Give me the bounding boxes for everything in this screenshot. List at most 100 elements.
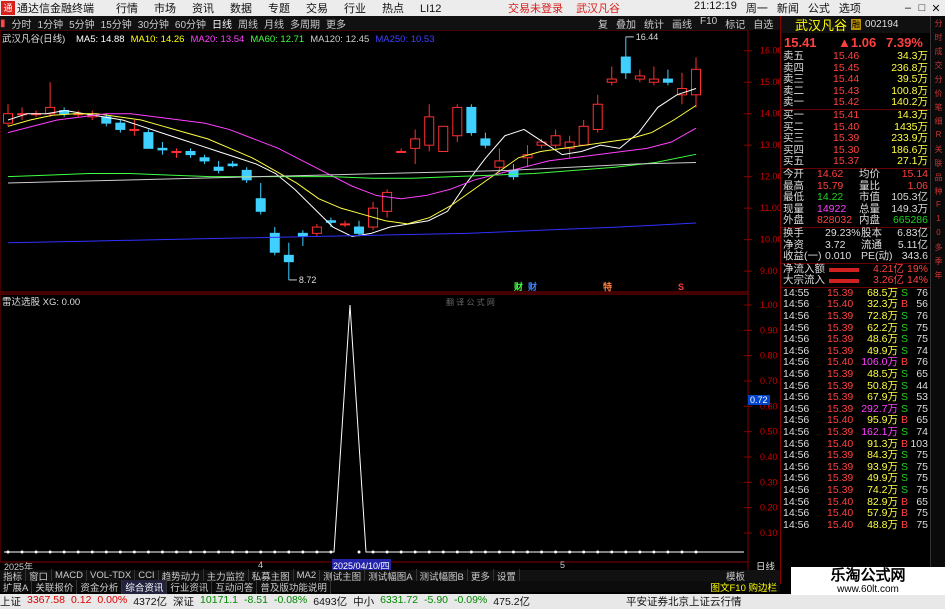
candle-body[interactable] (494, 160, 505, 168)
candle-body[interactable] (396, 150, 407, 153)
candle-body[interactable] (255, 198, 266, 212)
period-tab-5[interactable]: 60分钟 (175, 16, 206, 31)
candle-body[interactable] (3, 113, 13, 124)
bid-row[interactable]: 买五 15.37 27.1万 (781, 156, 930, 168)
candle-body[interactable] (143, 132, 154, 149)
info-tab-6[interactable]: 普及版功能说明 (257, 579, 331, 594)
maximize-icon[interactable]: □ (915, 2, 929, 15)
candle-body[interactable] (283, 254, 294, 263)
candle-body[interactable] (213, 166, 224, 171)
ask-row[interactable]: 卖一 15.42 140.2万 (781, 97, 930, 109)
candle-body[interactable] (185, 150, 196, 156)
kline-chart[interactable]: 16.00 15.00 14.00 13.00 12.00 11.00 10.00 9.00 1… (0, 30, 780, 573)
tick-list[interactable]: 14:55 15.39 68.5万 S 76 14:56 15.40 32.3万 B 56 14:5… (781, 286, 930, 531)
side-tab-16[interactable]: 多 (932, 242, 945, 254)
candle-body[interactable] (606, 78, 617, 83)
candle-body[interactable] (578, 125, 589, 146)
chart-tool-3[interactable]: 画线 (672, 16, 692, 31)
side-tab-9[interactable]: 关 (932, 144, 945, 156)
menu-item-3[interactable]: 数据 (230, 3, 252, 15)
event-marker[interactable]: 财 (513, 281, 523, 292)
menu-item-5[interactable]: 交易 (306, 3, 328, 15)
close-icon[interactable]: ✕ (929, 2, 943, 15)
candle-body[interactable] (634, 75, 645, 80)
candle-body[interactable] (297, 232, 308, 237)
candle-body[interactable] (171, 150, 182, 153)
ask-row[interactable]: 卖五 15.46 34.3万 (781, 50, 930, 63)
candle-body[interactable] (592, 103, 603, 130)
candle-body[interactable] (466, 106, 477, 134)
candle-body[interactable] (691, 68, 701, 96)
info-tab-0[interactable]: 扩展A (0, 579, 33, 594)
side-tab-17[interactable]: 季 (932, 256, 945, 268)
side-tab-1[interactable]: 时 (932, 32, 945, 44)
chart-tool-6[interactable]: 自选 (753, 16, 773, 31)
candle-body[interactable] (550, 135, 561, 146)
event-marker[interactable]: 财 (527, 281, 537, 292)
period-tab-10[interactable]: 更多 (326, 16, 346, 31)
candle-body[interactable] (339, 223, 350, 226)
menu-item-8[interactable]: LI12 (420, 3, 441, 15)
right-menu-item-0[interactable]: 周一 (746, 0, 768, 16)
period-tab-7[interactable]: 周线 (238, 16, 258, 31)
period-tab-3[interactable]: 15分钟 (101, 16, 132, 31)
chart-tool-4[interactable]: F10 (700, 16, 717, 31)
menu-item-7[interactable]: 热点 (382, 3, 404, 15)
chart-tool-0[interactable]: 复 (598, 16, 608, 31)
candle-body[interactable] (438, 125, 449, 152)
candle-body[interactable] (410, 138, 421, 149)
info-tab-4[interactable]: 行业资讯 (167, 579, 213, 594)
candle-body[interactable] (480, 138, 491, 146)
side-tab-2[interactable]: 成 (932, 46, 945, 58)
menu-item-0[interactable]: 行情 (116, 3, 138, 15)
side-tab-11[interactable]: 品 (932, 172, 945, 184)
period-tab-4[interactable]: 30分钟 (138, 16, 169, 31)
candle-body[interactable] (269, 232, 280, 253)
info-tab-5[interactable]: 互动问答 (212, 579, 258, 594)
minimize-icon[interactable]: – (901, 2, 915, 15)
side-tab-18[interactable]: 年 (932, 270, 945, 282)
period-tab-2[interactable]: 5分钟 (69, 16, 95, 31)
menu-item-4[interactable]: 专题 (268, 3, 290, 15)
candle-body[interactable] (129, 128, 140, 131)
menu-item-6[interactable]: 行业 (344, 3, 366, 15)
side-tab-4[interactable]: 分 (932, 74, 945, 86)
candle-body[interactable] (354, 226, 365, 234)
candle-body[interactable] (115, 122, 126, 130)
side-tab-14[interactable]: 1 (932, 214, 945, 226)
right-menu-item-2[interactable]: 公式 (808, 0, 830, 16)
bid-row[interactable]: 买三 15.39 233.9万 (781, 133, 930, 145)
info-tab-2[interactable]: 资金分析 (77, 579, 123, 594)
candle-body[interactable] (620, 56, 631, 74)
period-tab-8[interactable]: 月线 (264, 16, 284, 31)
candle-body[interactable] (199, 157, 210, 162)
menu-item-2[interactable]: 资讯 (192, 3, 214, 15)
toolbar-toggle-icon[interactable]: ▮ (0, 18, 6, 29)
candle-body[interactable] (662, 78, 673, 83)
side-tab-3[interactable]: 交 (932, 60, 945, 72)
candle-body[interactable] (424, 116, 435, 146)
side-tab-15[interactable]: 0 (932, 228, 945, 240)
chart-canvas[interactable]: 16.00 15.00 14.00 13.00 12.00 11.00 10.00 9.00 1… (0, 30, 780, 570)
side-tab-7[interactable]: 细 (932, 116, 945, 128)
candle-body[interactable] (157, 147, 168, 151)
event-marker[interactable]: 特 (603, 281, 612, 292)
candle-body[interactable] (382, 191, 393, 212)
period-tab-6[interactable]: 日线 (212, 16, 232, 31)
period-tab-0[interactable]: 分时 (12, 16, 32, 31)
period-tab-9[interactable]: 多周期 (290, 16, 320, 31)
menu-item-1[interactable]: 市场 (154, 3, 176, 15)
side-tab-13[interactable]: F (932, 200, 945, 212)
period-tab-1[interactable]: 1分钟 (38, 16, 64, 31)
side-tab-0[interactable]: 分 (932, 18, 945, 30)
f10-sidebar-button[interactable]: 图文F10 购边栏 (707, 580, 780, 594)
chart-tool-1[interactable]: 叠加 (616, 16, 636, 31)
info-tab-3[interactable]: 综合资讯 (122, 579, 168, 594)
side-tab-8[interactable]: R (932, 130, 945, 142)
candle-body[interactable] (311, 226, 322, 234)
chart-tool-2[interactable]: 统计 (644, 16, 664, 31)
right-menu-item-1[interactable]: 新闻 (777, 0, 799, 16)
candle-body[interactable] (241, 169, 252, 181)
chart-tool-5[interactable]: 标记 (725, 16, 745, 31)
candle-body[interactable] (508, 169, 519, 178)
